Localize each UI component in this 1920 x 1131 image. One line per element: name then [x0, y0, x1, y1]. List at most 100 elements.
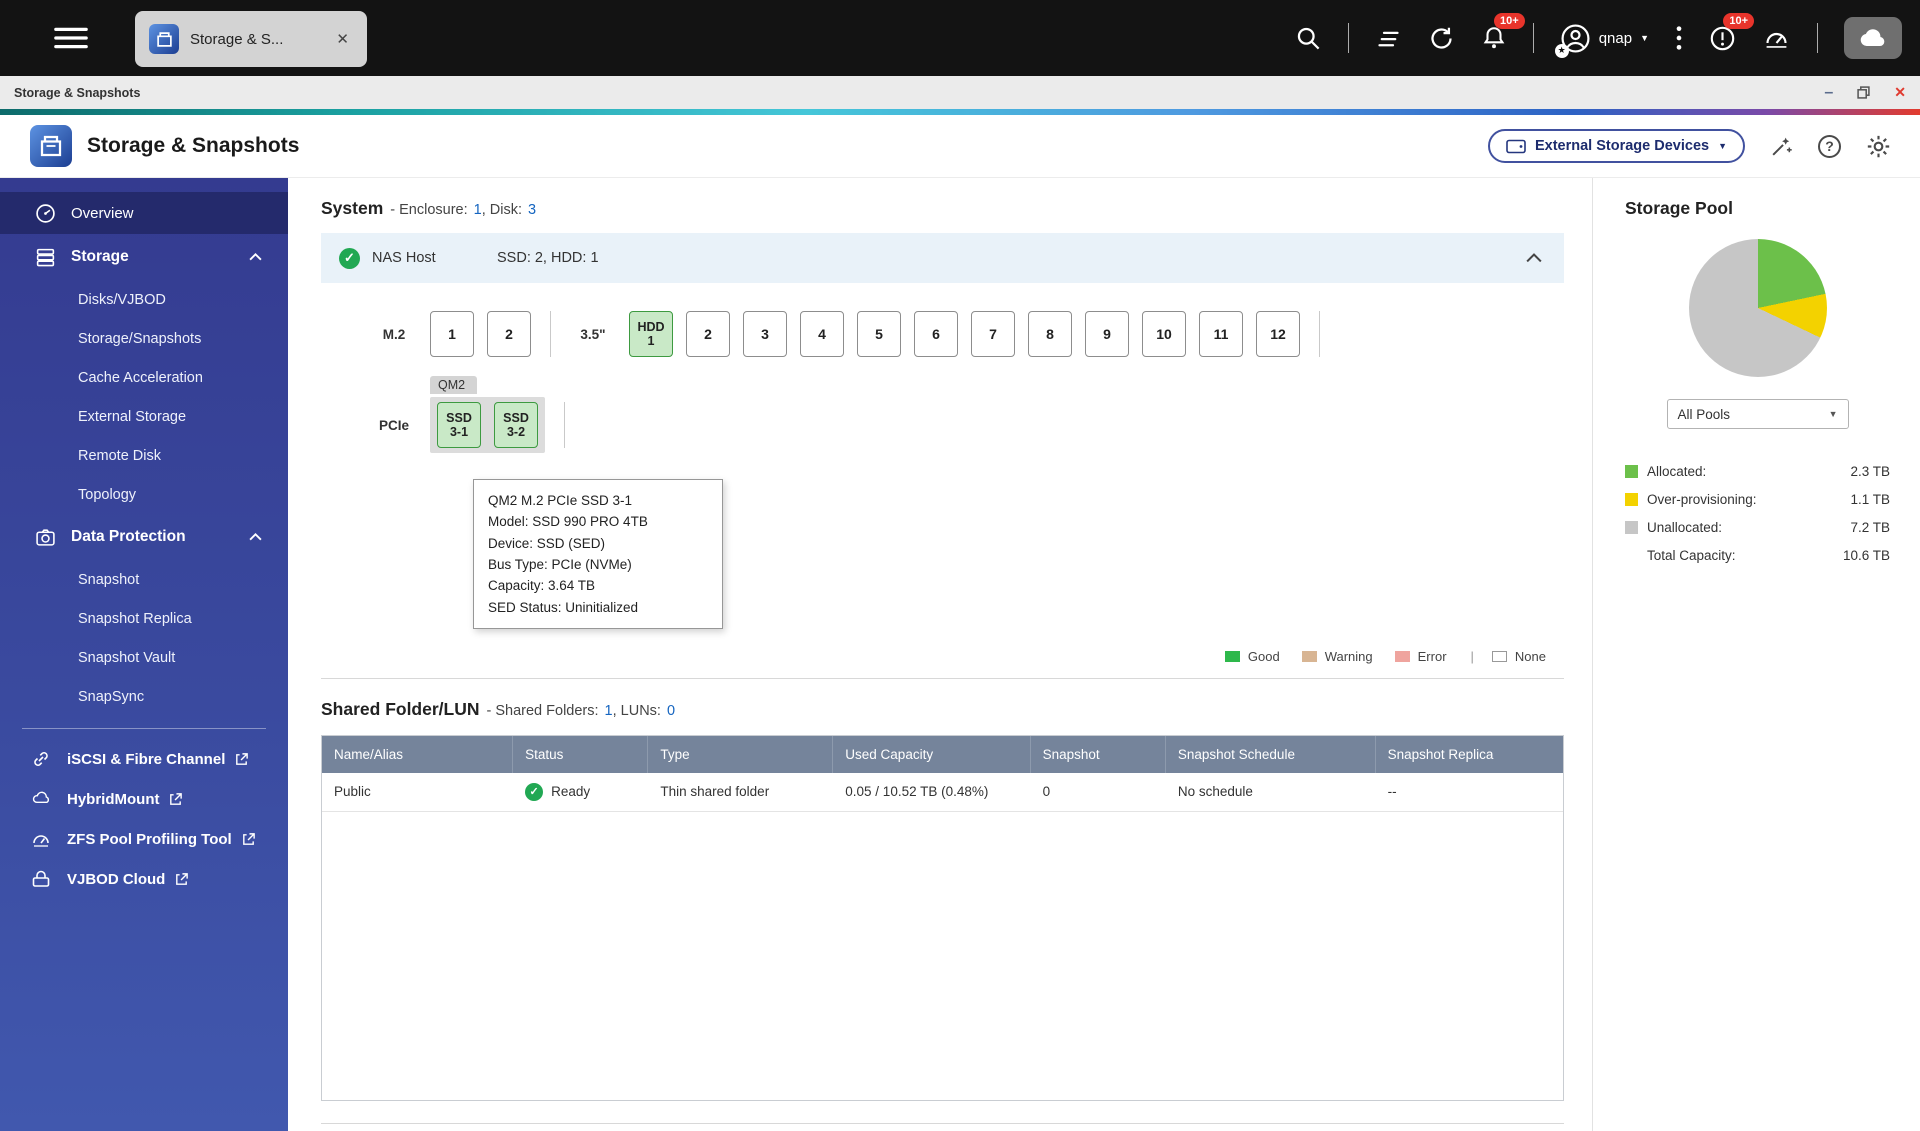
disk-slot[interactable]: 6 [914, 311, 958, 357]
search-icon[interactable] [1295, 25, 1322, 52]
app-tab-storage-snapshots[interactable]: Storage & S... ✕ [135, 11, 367, 67]
disk-slot[interactable]: 10 [1142, 311, 1186, 357]
sidebar-item-iscsi-fibre-channel[interactable]: iSCSI & Fibre Channel [0, 739, 288, 779]
disk-slot-row-2: PCIe QM2 SSD 3-1 SSD 3-2 [321, 376, 1564, 453]
myqnapcloud-icon[interactable] [1844, 17, 1902, 59]
iscsi-link-icon [30, 749, 52, 769]
sidebar-item-hybridmount[interactable]: HybridMount [0, 779, 288, 819]
sidebar-item-storage-snapshots[interactable]: Storage/Snapshots [0, 319, 288, 358]
disk-slot[interactable]: 7 [971, 311, 1015, 357]
sidebar-divider [22, 728, 266, 729]
storage-pool-title: Storage Pool [1625, 198, 1733, 218]
status-good-icon: ✓ [339, 247, 360, 269]
disk-slot[interactable]: 4 [800, 311, 844, 357]
background-tasks-icon[interactable] [1375, 25, 1402, 52]
column-header-name-alias[interactable]: Name/Alias [322, 735, 514, 773]
sidebar-item-overview[interactable]: Overview [0, 192, 288, 234]
user-star-badge-icon: ★ [1554, 43, 1569, 58]
chevron-down-icon: ▼ [1718, 141, 1727, 151]
user-menu[interactable]: ★ qnap ▼ [1554, 23, 1649, 58]
disk-slot-m2-2[interactable]: 2 [487, 311, 531, 357]
notifications-bell-icon[interactable]: 10+ [1481, 13, 1525, 51]
pool-selector-value: All Pools [1677, 406, 1731, 422]
disk-slot[interactable]: 9 [1085, 311, 1129, 357]
hybridmount-cloud-icon [30, 789, 52, 809]
legend-warning-swatch [1301, 650, 1317, 662]
tab-close-icon[interactable]: ✕ [332, 28, 353, 50]
sidebar-item-snapshot-vault[interactable]: Snapshot Vault [0, 638, 288, 677]
column-header-snapshot[interactable]: Snapshot [1031, 735, 1166, 773]
nas-host-body: M.2 1 2 3.5" HDD 1 2 3 4 5 6 7 8 9 10 11… [321, 311, 1564, 664]
cell-used-capacity: 0.05 / 10.52 TB (0.48%) [845, 784, 989, 800]
disk-slot-m2-1[interactable]: 1 [430, 311, 474, 357]
sidebar-section-storage[interactable]: Storage [0, 234, 288, 280]
cell-snapshot-replica: -- [1387, 784, 1397, 800]
section-divider [321, 1122, 1564, 1124]
main-menu-button[interactable] [52, 25, 90, 51]
app-body: Overview Storage Disks/VJBOD Storage/Sna… [0, 178, 1920, 1131]
notification-badge: 10+ [1494, 13, 1525, 29]
column-header-used-capacity[interactable]: Used Capacity [833, 735, 1031, 773]
column-header-type[interactable]: Type [648, 735, 834, 773]
disk-slot-ssd-3-2[interactable]: SSD 3-2 [494, 402, 538, 448]
sidebar-item-vjbod-cloud[interactable]: VJBOD Cloud [0, 859, 288, 899]
app-header-actions: External Storage Devices ▼ ? [1487, 129, 1920, 163]
pool-selector-dropdown[interactable]: All Pools ▼ [1666, 399, 1849, 429]
disk-count: 3 [528, 202, 537, 218]
stat-over-provisioning: Over-provisioning: 1.1 TB [1625, 485, 1890, 513]
maximize-button[interactable] [1857, 86, 1870, 99]
sidebar-item-snapshot-replica[interactable]: Snapshot Replica [0, 599, 288, 638]
sidebar-section-data-protection[interactable]: Data Protection [0, 514, 288, 560]
sidebar-item-disks-vjbod[interactable]: Disks/VJBOD [0, 280, 288, 319]
stat-unallocated: Unallocated: 7.2 TB [1625, 513, 1890, 541]
collapse-chevron-up-icon[interactable] [1526, 253, 1542, 263]
nas-host-header[interactable]: ✓ NAS Host SSD: 2, HDD: 1 [321, 233, 1564, 283]
disk-slot-hdd-1[interactable]: HDD 1 [629, 311, 673, 357]
column-header-snapshot-replica[interactable]: Snapshot Replica [1376, 736, 1563, 773]
sidebar-item-zfs-pool-profiling-tool[interactable]: ZFS Pool Profiling Tool [0, 819, 288, 859]
topbar-separator [1817, 23, 1818, 53]
settings-gear-icon[interactable] [1865, 133, 1892, 160]
table-row-public[interactable]: Public ✓ Ready Thin shared folder 0.05 /… [322, 773, 1563, 812]
column-header-status[interactable]: Status [513, 735, 649, 773]
topbar-actions: 10+ ★ qnap ▼ 10+ [1295, 12, 1920, 59]
sidebar-item-snapshot[interactable]: Snapshot [0, 560, 288, 599]
zfs-tool-gauge-icon [30, 829, 52, 849]
nas-host-summary: SSD: 2, HDD: 1 [497, 250, 599, 266]
column-header-snapshot-schedule[interactable]: Snapshot Schedule [1166, 735, 1376, 773]
external-storage-devices-dropdown[interactable]: External Storage Devices ▼ [1487, 129, 1745, 163]
external-link-icon [234, 752, 249, 767]
wizard-wand-icon[interactable] [1769, 134, 1794, 159]
disk-slot[interactable]: 12 [1256, 311, 1300, 357]
minimize-button[interactable]: – [1824, 84, 1833, 100]
overview-icon [34, 203, 56, 224]
sidebar-item-external-storage[interactable]: External Storage [0, 397, 288, 436]
sidebar-item-snapsync[interactable]: SnapSync [0, 677, 288, 716]
sidebar-item-cache-acceleration[interactable]: Cache Acceleration [0, 358, 288, 397]
disk-slot-ssd-3-1[interactable]: SSD 3-1 [437, 402, 481, 448]
sidebar-item-label: Overview [71, 204, 134, 222]
recycle-sync-icon[interactable] [1428, 25, 1455, 52]
resource-monitor-gauge-icon[interactable] [1762, 25, 1791, 52]
sidebar-item-remote-disk[interactable]: Remote Disk [0, 436, 288, 475]
cell-snapshot-schedule: No schedule [1177, 784, 1253, 800]
luns-count: 0 [666, 702, 676, 719]
disk-slot-row-1: M.2 1 2 3.5" HDD 1 2 3 4 5 6 7 8 9 10 11… [321, 311, 1564, 357]
storage-snapshots-app-icon [30, 125, 72, 167]
m2-label: M.2 [382, 326, 406, 342]
disk-slot[interactable]: 11 [1199, 311, 1243, 357]
storage-pool-panel: Storage Pool All Pools ▼ Allocated: 2.3 … [1592, 178, 1920, 1131]
sidebar-item-topology[interactable]: Topology [0, 475, 288, 514]
disk-slot[interactable]: 5 [857, 311, 901, 357]
help-icon[interactable]: ? [1818, 134, 1841, 158]
system-events-icon[interactable]: 10+ [1709, 12, 1754, 52]
close-button[interactable]: ✕ [1894, 84, 1906, 101]
disk-slot[interactable]: 3 [743, 311, 787, 357]
vjbod-cloud-icon [30, 869, 52, 889]
storage-snapshots-app-icon [149, 24, 179, 54]
topbar-separator [1532, 23, 1534, 53]
disk-slot[interactable]: 2 [686, 311, 730, 357]
more-options-kebab-icon[interactable] [1675, 24, 1683, 52]
events-badge: 10+ [1723, 12, 1754, 29]
disk-slot[interactable]: 8 [1028, 311, 1072, 357]
